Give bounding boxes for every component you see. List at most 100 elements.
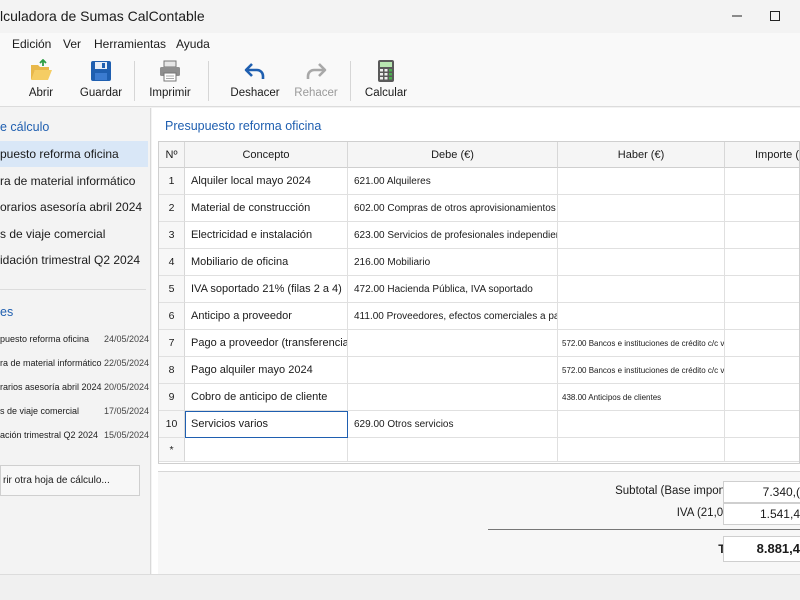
- row-number[interactable]: 1: [159, 168, 185, 195]
- haber-cell[interactable]: [558, 276, 725, 303]
- haber-cell[interactable]: 572.00 Bancos e instituciones de crédito…: [558, 357, 725, 384]
- concepto-cell[interactable]: Material de construcción: [185, 195, 348, 222]
- concepto-cell[interactable]: Mobiliario de oficina: [185, 249, 348, 276]
- open-button[interactable]: Abrir: [18, 59, 64, 105]
- importe-cell[interactable]: [725, 222, 799, 249]
- recent-item[interactable]: puesto reforma oficina 24/05/2024: [0, 330, 150, 350]
- maximize-button[interactable]: [752, 0, 798, 32]
- total-value: 8.881,4: [723, 536, 800, 562]
- totals-divider: [488, 529, 800, 530]
- importe-cell[interactable]: 1.: [725, 249, 799, 276]
- row-number[interactable]: 7: [159, 330, 185, 357]
- debe-cell[interactable]: [348, 330, 558, 357]
- debe-cell[interactable]: 621.00 Alquileres: [348, 168, 558, 195]
- column-header-importe[interactable]: Importe (€: [725, 142, 799, 168]
- sidebar-item-label: puesto reforma oficina: [0, 147, 119, 161]
- redo-button[interactable]: Rehacer: [292, 59, 340, 105]
- sidebar-item-material[interactable]: ra de material informático: [0, 168, 148, 194]
- recent-item-name: puesto reforma oficina: [0, 334, 90, 344]
- importe-cell[interactable]: 1.: [725, 330, 799, 357]
- menu-edicion[interactable]: Edición: [12, 37, 51, 51]
- toolbar-separator: [134, 61, 135, 101]
- row-number[interactable]: *: [159, 438, 185, 462]
- row-number[interactable]: 2: [159, 195, 185, 222]
- haber-cell[interactable]: [558, 411, 725, 438]
- recent-item[interactable]: rarios asesoría abril 2024 20/05/2024: [0, 378, 150, 398]
- debe-cell[interactable]: 411.00 Proveedores, efectos comerciales …: [348, 303, 558, 330]
- toolbar-separator: [208, 61, 209, 101]
- importe-cell[interactable]: [725, 438, 799, 462]
- concepto-cell[interactable]: IVA soportado 21% (filas 2 a 4): [185, 276, 348, 303]
- haber-cell[interactable]: [558, 222, 725, 249]
- debe-cell[interactable]: 623.00 Servicios de profesionales indepe…: [348, 222, 558, 249]
- menu-ayuda[interactable]: Ayuda: [176, 37, 210, 51]
- debe-cell[interactable]: 216.00 Mobiliario: [348, 249, 558, 276]
- importe-cell[interactable]: [725, 303, 799, 330]
- haber-cell[interactable]: [558, 249, 725, 276]
- column-header-debe[interactable]: Debe (€): [348, 142, 558, 168]
- row-number[interactable]: 10: [159, 411, 185, 438]
- menu-ver[interactable]: Ver: [63, 37, 81, 51]
- concepto-cell[interactable]: Electricidad e instalación: [185, 222, 348, 249]
- column-header-haber[interactable]: Haber (€): [558, 142, 725, 168]
- toolbar-separator: [350, 61, 351, 101]
- haber-cell[interactable]: 438.00 Anticipos de clientes: [558, 384, 725, 411]
- haber-cell[interactable]: [558, 195, 725, 222]
- save-label: Guardar: [79, 87, 123, 99]
- importe-cell[interactable]: [725, 276, 799, 303]
- concepto-cell[interactable]: Cobro de anticipo de cliente: [185, 384, 348, 411]
- column-header-concepto[interactable]: Concepto: [185, 142, 348, 168]
- recent-item-name: ra de material informático: [0, 358, 102, 368]
- concepto-cell[interactable]: [185, 438, 348, 462]
- row-number[interactable]: 5: [159, 276, 185, 303]
- recent-item-date: 20/05/2024: [104, 382, 150, 392]
- recent-item[interactable]: ación trimestral Q2 2024 15/05/2024: [0, 426, 150, 446]
- haber-cell[interactable]: [558, 168, 725, 195]
- open-other-sheet-button[interactable]: rir otra hoja de cálculo...: [0, 465, 140, 496]
- concepto-cell[interactable]: Anticipo a proveedor: [185, 303, 348, 330]
- title-bar: lculadora de Sumas CalContable: [0, 0, 800, 32]
- haber-cell[interactable]: 572.00 Bancos e instituciones de crédito…: [558, 330, 725, 357]
- row-number[interactable]: 6: [159, 303, 185, 330]
- haber-cell[interactable]: [558, 303, 725, 330]
- recent-item[interactable]: s de viaje comercial 17/05/2024: [0, 402, 150, 422]
- sidebar-item-presupuesto[interactable]: puesto reforma oficina: [0, 141, 148, 167]
- debe-cell[interactable]: [348, 357, 558, 384]
- sidebar-item-honorarios[interactable]: orarios asesoría abril 2024: [0, 194, 148, 220]
- print-button[interactable]: Imprimir: [146, 59, 194, 105]
- row-number[interactable]: 4: [159, 249, 185, 276]
- calculate-button[interactable]: Calcular: [362, 59, 410, 105]
- concepto-cell[interactable]: Pago alquiler mayo 2024: [185, 357, 348, 384]
- subtotal-label: Subtotal (Base imponible):: [615, 485, 750, 497]
- importe-cell[interactable]: 1.: [725, 195, 799, 222]
- maximize-icon: [770, 11, 780, 21]
- save-icon: [91, 61, 111, 81]
- recent-item[interactable]: ra de material informático 22/05/2024: [0, 354, 150, 374]
- sidebar-item-viaje[interactable]: s de viaje comercial: [0, 221, 148, 247]
- subtotal-value: 7.340,(: [723, 481, 800, 503]
- importe-cell[interactable]: [725, 411, 799, 438]
- save-button[interactable]: Guardar: [78, 59, 124, 105]
- printer-icon: [160, 60, 180, 82]
- haber-cell[interactable]: [558, 438, 725, 462]
- debe-cell[interactable]: 602.00 Compras de otros aprovisionamient…: [348, 195, 558, 222]
- importe-cell[interactable]: [725, 168, 799, 195]
- concepto-cell[interactable]: Alquiler local mayo 2024: [185, 168, 348, 195]
- column-header-number[interactable]: Nº: [159, 142, 185, 168]
- concepto-cell[interactable]: Servicios varios: [185, 411, 348, 438]
- open-other-sheet-label: rir otra hoja de cálculo...: [3, 475, 110, 486]
- undo-icon: [244, 63, 265, 79]
- concepto-cell[interactable]: Pago a proveedor (transferencia): [185, 330, 348, 357]
- row-number[interactable]: 3: [159, 222, 185, 249]
- debe-cell[interactable]: 629.00 Otros servicios: [348, 411, 558, 438]
- row-number[interactable]: 9: [159, 384, 185, 411]
- debe-cell[interactable]: [348, 384, 558, 411]
- importe-cell[interactable]: [725, 357, 799, 384]
- row-number[interactable]: 8: [159, 357, 185, 384]
- undo-button[interactable]: Deshacer: [228, 59, 282, 105]
- menu-herramientas[interactable]: Herramientas: [94, 37, 166, 51]
- debe-cell[interactable]: 472.00 Hacienda Pública, IVA soportado: [348, 276, 558, 303]
- importe-cell[interactable]: 1.: [725, 384, 799, 411]
- sidebar-item-liquidacion[interactable]: idación trimestral Q2 2024: [0, 247, 148, 273]
- debe-cell[interactable]: [348, 438, 558, 462]
